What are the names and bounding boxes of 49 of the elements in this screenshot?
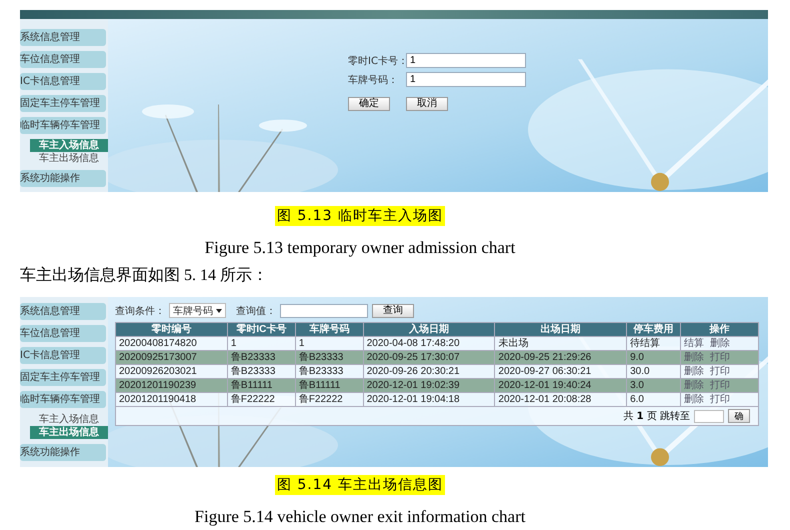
figure-caption: Figure 5.14 vehicle owner exit information chart: [194, 507, 526, 526]
menu-item[interactable]: IC卡信息管理: [20, 347, 106, 364]
query-button[interactable]: 查询: [372, 304, 414, 318]
action-link[interactable]: 打印: [710, 394, 730, 404]
page-input[interactable]: [694, 410, 724, 422]
column-header: 停车费用: [626, 322, 681, 336]
input-field[interactable]: 1: [406, 53, 526, 68]
body-text: 车主出场信息界面如图 5. 14 所示：: [20, 267, 268, 284]
input-field[interactable]: 1: [406, 72, 526, 87]
menu-item[interactable]: 临时车辆停车管理: [20, 391, 106, 408]
menu-item[interactable]: 系统功能操作: [20, 170, 106, 187]
pager-text: 共 1 页 跳转至: [623, 410, 690, 423]
caret-icon: [216, 308, 222, 312]
action-link[interactable]: 结算: [684, 338, 704, 348]
input-field[interactable]: [280, 304, 368, 318]
field-label: 车牌号码：: [348, 74, 399, 86]
menu-item[interactable]: 系统信息管理: [20, 29, 106, 46]
action-link[interactable]: 删除: [684, 366, 704, 376]
column-header: 车牌号码: [295, 322, 364, 336]
query-label: 查询值：: [236, 304, 276, 318]
submenu-item[interactable]: 车主入场信息: [30, 413, 108, 426]
column-header: 零时IC卡号: [227, 322, 296, 336]
action-link[interactable]: 删除: [684, 394, 704, 404]
column-header: 出场日期: [494, 322, 627, 336]
condition-dropdown[interactable]: 车牌号码: [169, 303, 226, 318]
action-link[interactable]: 打印: [710, 366, 730, 376]
menu-item[interactable]: 固定车主停车管理: [20, 95, 106, 112]
figure-caption: 图 5.13 临时车主入场图: [274, 206, 446, 226]
go-button[interactable]: 确: [728, 409, 750, 423]
form-button[interactable]: 确定: [348, 97, 390, 111]
menu-item[interactable]: 车位信息管理: [20, 325, 106, 342]
menu-item[interactable]: 车位信息管理: [20, 51, 106, 68]
column-header: 零时编号: [116, 322, 228, 336]
query-label: 查询条件：: [115, 304, 165, 318]
figure-caption: 图 5.14 车主出场信息图: [274, 475, 446, 495]
figure-caption: Figure 5.13 temporary owner admission chart: [204, 238, 516, 257]
menu-item[interactable]: 固定车主停车管理: [20, 369, 106, 386]
menu-item[interactable]: 系统功能操作: [20, 444, 106, 461]
submenu-item[interactable]: 车主出场信息: [30, 152, 108, 165]
menu-item[interactable]: IC卡信息管理: [20, 73, 106, 90]
submenu-item[interactable]: 车主入场信息: [30, 139, 108, 152]
column-header: 操作: [680, 322, 758, 336]
submenu-item[interactable]: 车主出场信息: [30, 426, 108, 439]
column-header: 入场日期: [363, 322, 495, 336]
menu-item[interactable]: 临时车辆停车管理: [20, 117, 106, 134]
menu-item[interactable]: 系统信息管理: [20, 303, 106, 320]
action-link[interactable]: 删除: [710, 338, 730, 348]
field-label: 零时IC卡号：: [348, 54, 406, 68]
form-button[interactable]: 取消: [406, 97, 448, 111]
